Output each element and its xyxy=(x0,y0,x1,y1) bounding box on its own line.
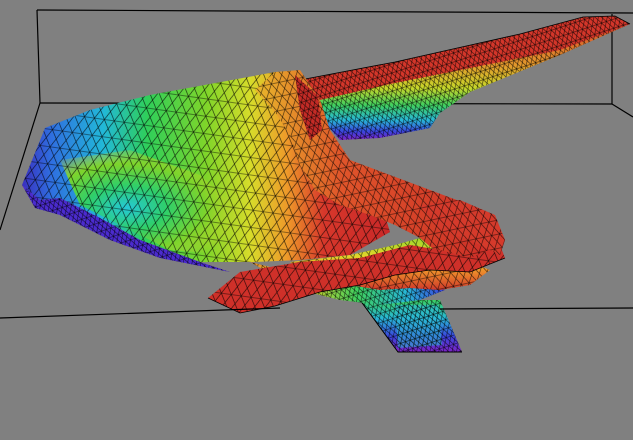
mesh-surface-scene[interactable] xyxy=(0,0,633,440)
bounding-box-front xyxy=(0,307,633,319)
bottom-block xyxy=(359,299,462,353)
3d-viewport[interactable] xyxy=(0,0,633,440)
right-arm-surface xyxy=(299,15,631,140)
